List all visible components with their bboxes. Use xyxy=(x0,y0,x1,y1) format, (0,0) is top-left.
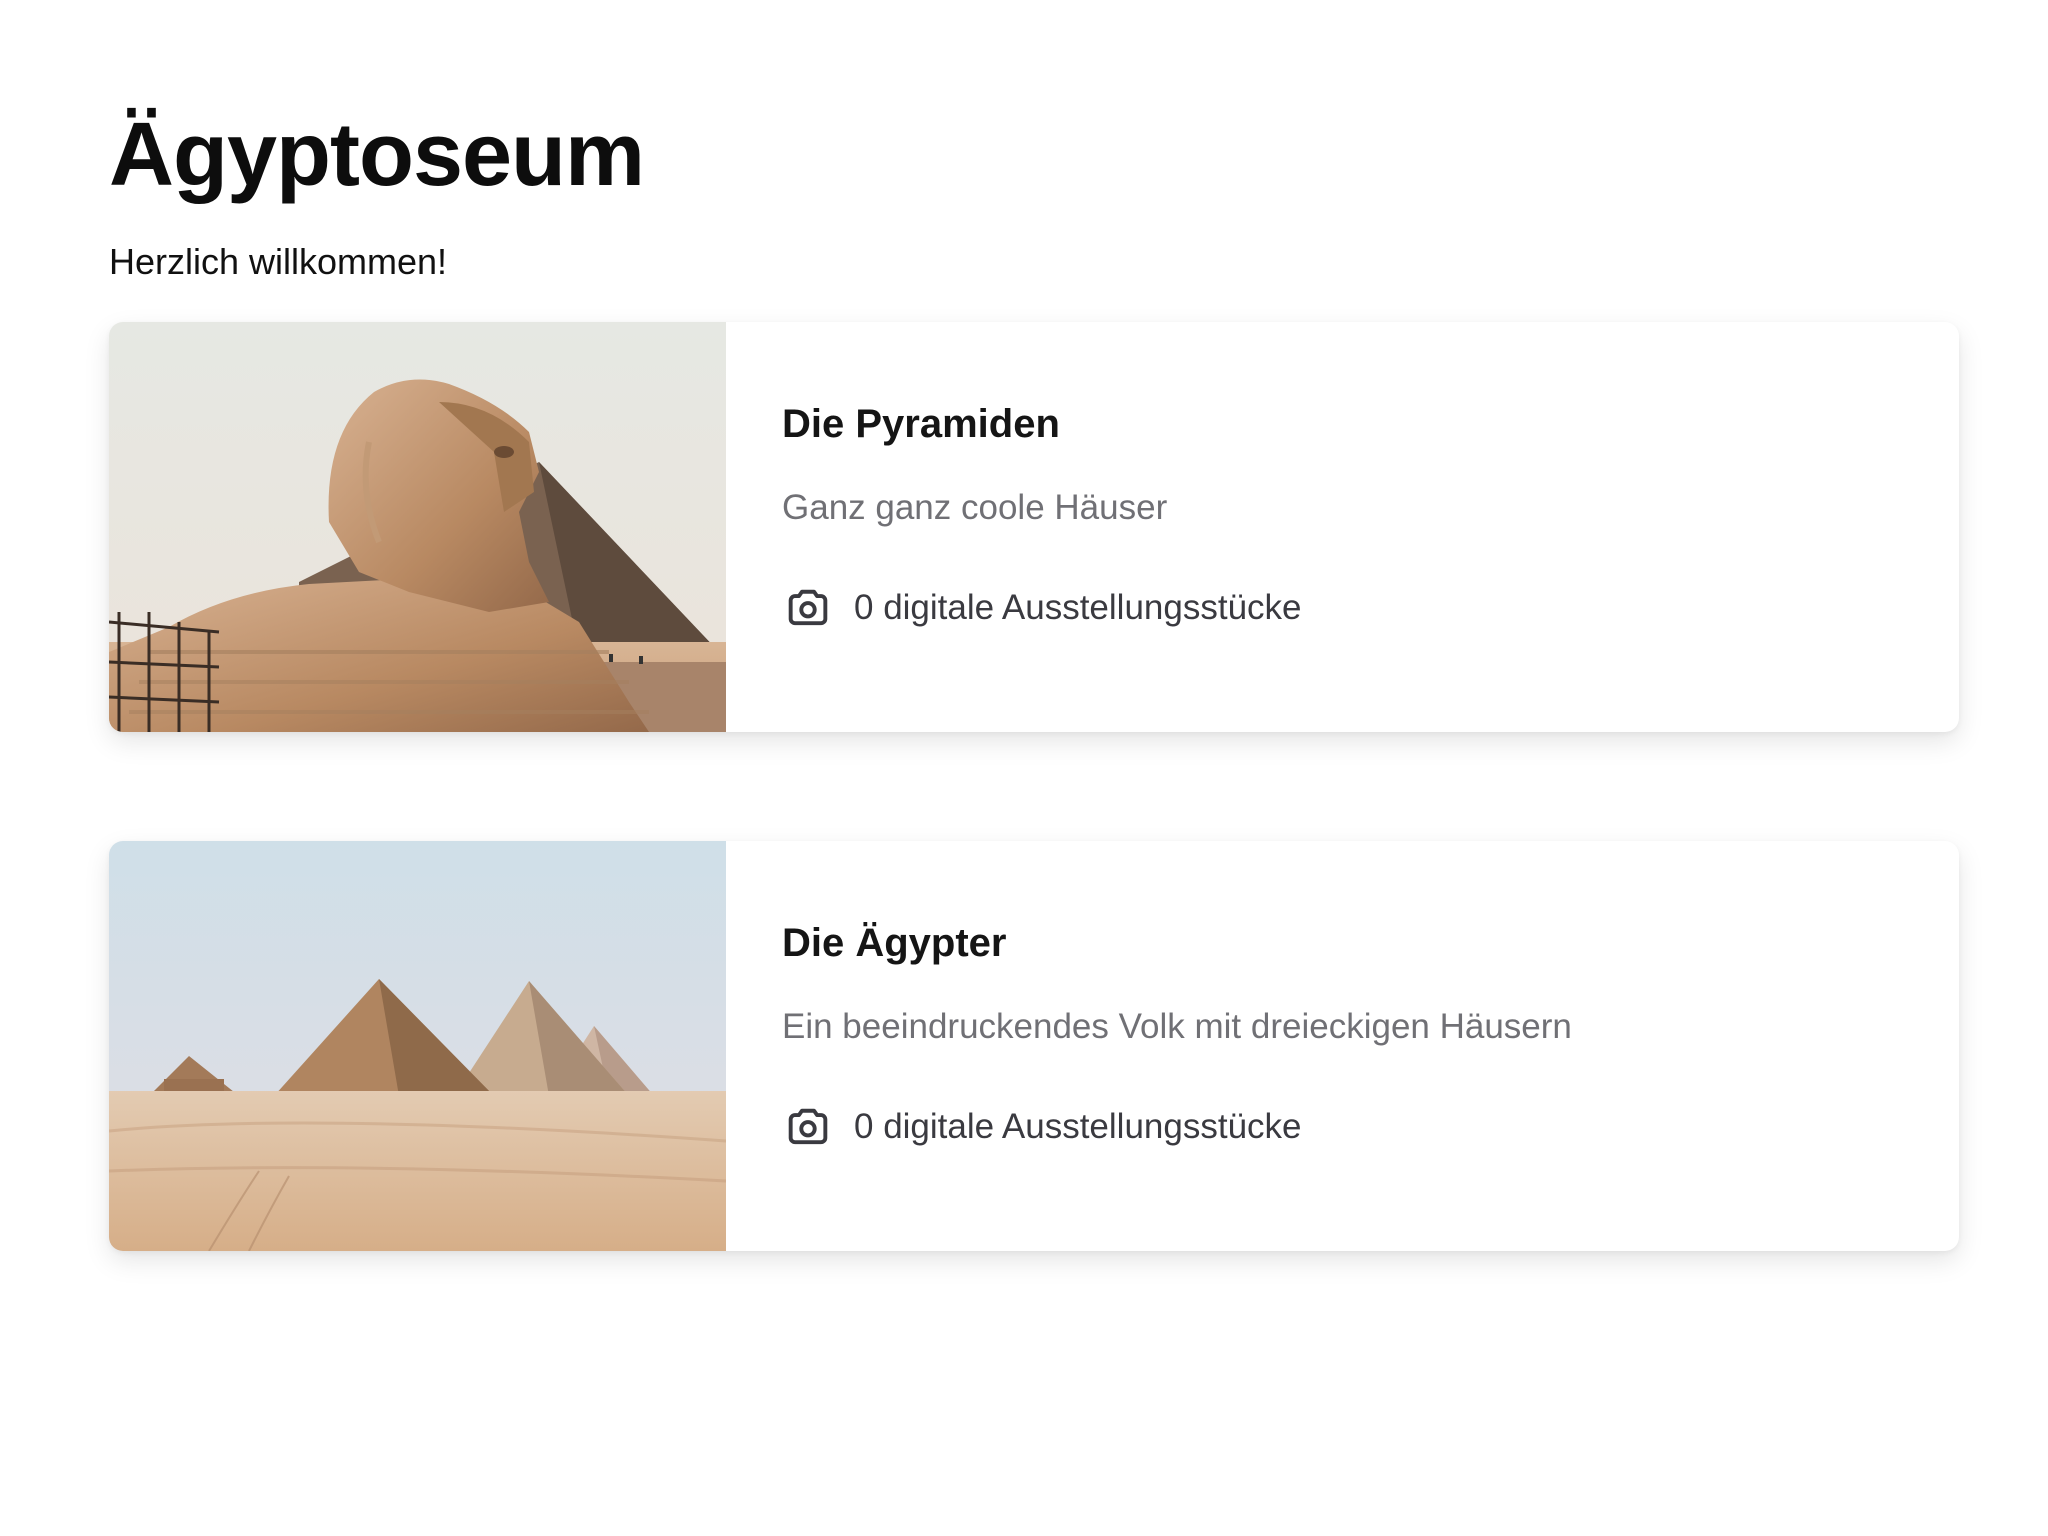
page-title: Ägyptoseum xyxy=(109,105,645,205)
page: Ägyptoseum Herzlich willkommen! Die Pyra… xyxy=(109,100,1959,1360)
sphinx-photo xyxy=(109,322,726,732)
welcome-text: Herzlich willkommen! xyxy=(109,241,448,282)
camera-icon xyxy=(782,1101,834,1153)
card-subtitle: Ganz ganz coole Häuser xyxy=(782,488,1168,527)
card-subtitle: Ein beeindruckendes Volk mit dreieckigen… xyxy=(782,1007,1572,1046)
exhibition-card-pyramiden[interactable]: Die Pyramiden Ganz ganz coole Häuser 0 d… xyxy=(109,322,1959,732)
exhibit-count: 0 digitale Ausstellungsstücke xyxy=(854,1107,1302,1146)
card-meta: 0 digitale Ausstellungsstücke xyxy=(782,582,1302,634)
camera-icon xyxy=(782,582,834,634)
exhibition-card-aegypter[interactable]: Die Ägypter Ein beeindruckendes Volk mit… xyxy=(109,841,1959,1251)
exhibition-list: Die Pyramiden Ganz ganz coole Häuser 0 d… xyxy=(109,322,1959,1251)
pyramids-photo xyxy=(109,841,726,1251)
exhibit-count: 0 digitale Ausstellungsstücke xyxy=(854,588,1302,627)
card-content: Die Ägypter Ein beeindruckendes Volk mit… xyxy=(726,841,1572,1251)
card-title[interactable]: Die Ägypter xyxy=(782,917,1572,969)
card-title[interactable]: Die Pyramiden xyxy=(782,398,1302,450)
card-meta: 0 digitale Ausstellungsstücke xyxy=(782,1101,1572,1153)
card-content: Die Pyramiden Ganz ganz coole Häuser 0 d… xyxy=(726,322,1302,732)
